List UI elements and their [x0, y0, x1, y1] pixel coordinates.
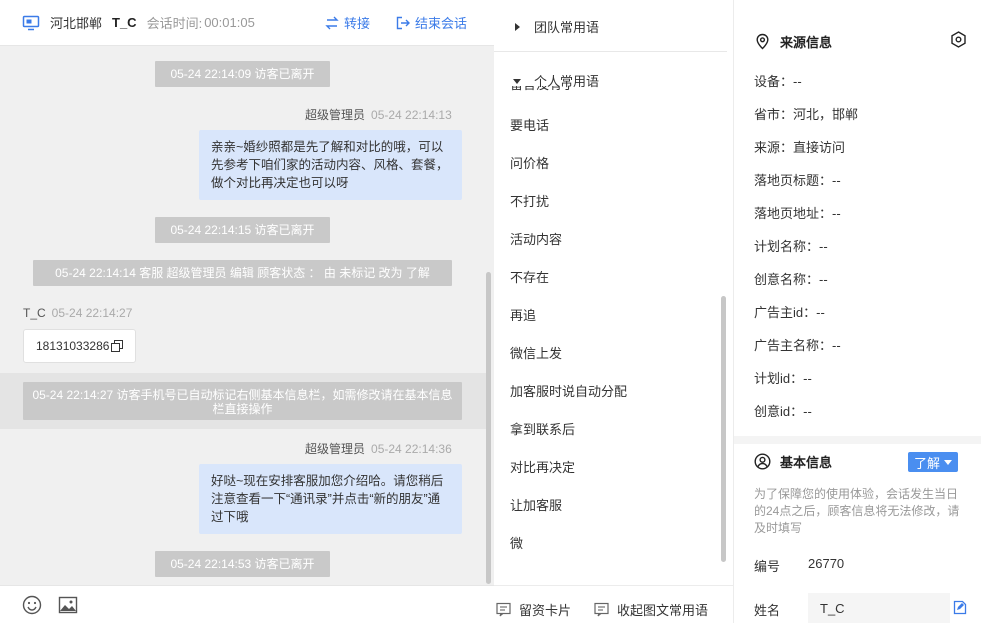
fold-phrases-label: 收起图文常用语	[617, 603, 709, 618]
phrase-item[interactable]: 对比再决定	[510, 459, 575, 477]
section-separator	[734, 436, 981, 444]
phrase-item[interactable]: 微	[510, 535, 523, 553]
lead-card-label: 留资卡片	[519, 603, 572, 618]
fold-phrases-button[interactable]: 收起图文常用语	[594, 600, 708, 619]
customer-info-panel: 来源信息 设备：-- 省市：河北，邯郸 来源：直接访问 落地页标题：-- 落地页…	[733, 0, 981, 623]
chat-header: 河北邯郸 T_C 会话时间: 00:01:05 转接 结束会话	[0, 0, 494, 46]
sender-name: 超级管理员	[305, 442, 366, 456]
sender-name: 超级管理员	[305, 108, 366, 122]
phrase-item-partial[interactable]: 留言没有了	[510, 86, 610, 94]
phrase-item[interactable]: 加客服时说自动分配	[510, 383, 627, 401]
phrase-item[interactable]: 让加客服	[510, 497, 562, 515]
settings-icon[interactable]	[950, 31, 967, 48]
phrases-scrollbar[interactable]	[721, 296, 726, 562]
team-phrases-group[interactable]: 团队常用语	[512, 17, 599, 36]
card-icon	[496, 602, 511, 617]
message-sender: 超级管理员 05-24 22:14:36	[305, 440, 452, 457]
transfer-label: 转接	[344, 16, 371, 31]
caret-right-icon	[515, 22, 520, 31]
source-creative-id: 创意id：--	[754, 404, 812, 419]
system-message: 05-24 22:14:09 访客已离开	[155, 61, 330, 87]
chat-panel: 河北邯郸 T_C 会话时间: 00:01:05 转接 结束会话 05-24 22…	[0, 0, 494, 623]
source-channel: 来源：直接访问	[754, 140, 846, 155]
source-plan-name: 计划名称：--	[754, 239, 828, 254]
sender-name: T_C	[23, 306, 46, 320]
customer-name-label: 姓名	[754, 603, 781, 618]
source-info-title: 来源信息	[780, 35, 833, 50]
phrase-item[interactable]: 微信上发	[510, 345, 562, 363]
customer-id-label: 编号	[754, 559, 781, 574]
source-region: 省市：河北，邯郸	[754, 107, 859, 122]
source-landing-title: 落地页标题：--	[754, 173, 841, 188]
caret-down-icon	[513, 78, 521, 84]
emoji-icon[interactable]	[22, 595, 42, 615]
phrase-item[interactable]: 问价格	[510, 155, 549, 173]
customer-id-value: 26770	[808, 556, 845, 571]
visitor-phone-text: 18131033286	[36, 339, 110, 353]
team-phrases-label: 团队常用语	[534, 20, 600, 35]
source-landing-url: 落地页地址：--	[754, 206, 841, 221]
visitor-location: 河北邯郸	[50, 16, 103, 31]
phrase-item[interactable]: 要电话	[510, 117, 549, 135]
copy-icon[interactable]	[111, 340, 124, 352]
source-advertiser-id: 广告主id：--	[754, 305, 825, 320]
source-device: 设备：--	[754, 74, 802, 89]
phrases-footer: 留资卡片 收起图文常用语	[494, 585, 733, 623]
customer-name-input[interactable]	[808, 593, 950, 623]
divider	[494, 51, 727, 52]
lead-card-button[interactable]: 留资卡片	[496, 600, 571, 619]
phrase-item[interactable]: 拿到联系后	[510, 421, 575, 439]
customer-status-dropdown[interactable]: 了解	[908, 452, 958, 472]
phrase-item[interactable]: 不存在	[510, 269, 549, 287]
customer-status-label: 了解	[913, 455, 940, 471]
session-time-value: 00:01:05	[204, 15, 255, 30]
agent-message-bubble: 亲亲~婚纱照都是先了解和对比的哦，可以先参考下咱们家的活动内容、风格、套餐，做个…	[199, 130, 462, 200]
session-time-label: 会话时间:	[146, 16, 203, 31]
edit-notice: 为了保障您的使用体验，会话发生当日的24点之后，顾客信息将无法修改，请及时填写	[754, 487, 960, 535]
message-sender: 超级管理员 05-24 22:14:13	[305, 106, 452, 123]
source-advertiser-name: 广告主名称：--	[754, 338, 841, 353]
basic-info-title: 基本信息	[780, 455, 833, 470]
source-plan-id: 计划id：--	[754, 371, 812, 386]
transfer-button[interactable]: 转接	[324, 13, 370, 32]
source-creative-name: 创意名称：--	[754, 272, 828, 287]
basic-info-header: 基本信息	[754, 452, 832, 471]
phrase-item[interactable]: 再追	[510, 307, 536, 325]
caret-down-icon	[944, 459, 952, 465]
phrases-panel: 团队常用语 个人常用语 留言没有了 要电话 问价格 不打扰 活动内容 不存在 再…	[494, 0, 733, 623]
monitor-icon	[22, 15, 40, 30]
phrase-item[interactable]: 活动内容	[510, 231, 562, 249]
message-list[interactable]: 05-24 22:14:09 访客已离开 超级管理员 05-24 22:14:13…	[0, 46, 486, 585]
visitor-nickname: T_C	[112, 15, 137, 30]
sender-time: 05-24 22:14:36	[371, 442, 452, 456]
phrase-item[interactable]: 不打扰	[510, 193, 549, 211]
visitor-message-bubble: 18131033286	[23, 329, 137, 363]
sender-time: 05-24 22:14:27	[51, 306, 133, 320]
system-message: 05-24 22:14:15 访客已离开	[155, 217, 330, 243]
phrase-item-partial-label: 留言没有了	[510, 86, 610, 94]
message-sender: T_C 05-24 22:14:27	[23, 306, 132, 320]
user-icon	[754, 453, 771, 470]
location-pin-icon	[756, 33, 769, 50]
agent-message-bubble: 好哒~现在安排客服加您介绍哈。请您稍后注意查看一下“通讯录”并点击“新的朋友”通…	[199, 464, 462, 534]
system-message: 05-24 22:14:27 访客手机号已自动标记右侧基本信息栏，如需修改请在基…	[23, 382, 462, 420]
image-icon[interactable]	[58, 595, 78, 615]
sender-time: 05-24 22:14:13	[371, 108, 452, 122]
end-session-label: 结束会话	[415, 16, 468, 31]
end-session-button[interactable]: 结束会话	[395, 13, 467, 32]
system-message: 05-24 22:14:53 访客已离开	[155, 551, 330, 577]
system-message: 05-24 22:14:14 客服 超级管理员 编辑 顾客状态 ： 由 未标记 …	[33, 260, 452, 286]
transfer-icon	[325, 16, 339, 29]
edit-icon[interactable]	[953, 600, 967, 615]
exit-icon	[396, 16, 410, 29]
message-icon	[594, 602, 609, 617]
source-info-header: 来源信息	[754, 32, 832, 51]
chat-toolbar	[0, 585, 494, 623]
chat-scrollbar[interactable]	[486, 272, 491, 584]
